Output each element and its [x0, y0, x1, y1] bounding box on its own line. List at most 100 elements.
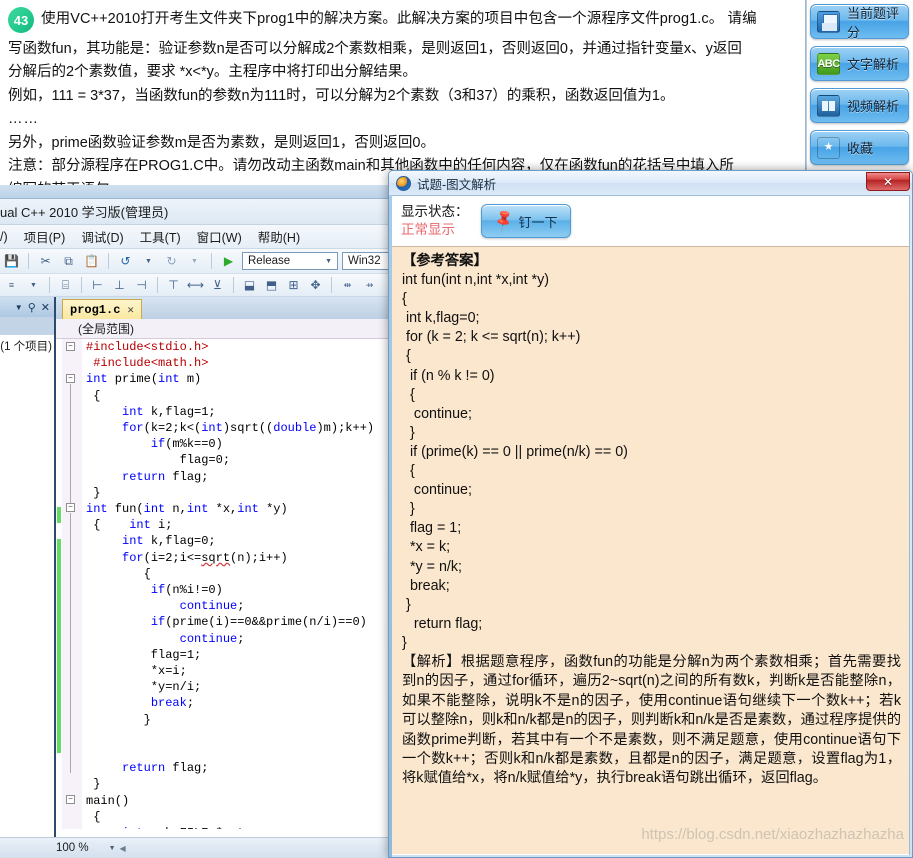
video-icon	[817, 94, 840, 117]
video-analysis-label: 视频解析	[847, 99, 900, 114]
editor-tab-prog1c[interactable]: prog1.c ✕	[62, 299, 143, 319]
outlining-gutter[interactable]: − − − −	[62, 339, 82, 829]
align-middles-icon[interactable]: ⟷	[186, 276, 205, 295]
toolbar-separator	[211, 253, 212, 269]
menu-item[interactable]: /)	[0, 230, 8, 244]
answer-heading: 【参考答案】	[402, 253, 488, 269]
decrease-spacing-icon[interactable]: ⇸	[360, 276, 379, 295]
cut-icon[interactable]: ✂	[36, 252, 55, 271]
pin-button[interactable]: 📌 钉一下	[480, 204, 571, 238]
make-same-height-icon[interactable]: ⬒	[262, 276, 281, 295]
collapse-icon[interactable]: −	[66, 503, 75, 512]
editor-zoom-value: 100 %	[56, 842, 89, 854]
answer-code-line: *y = n/k;	[402, 558, 462, 575]
question-first-line: 使用VC++2010打开考生文件夹下prog1中的解决方案。此解决方案的项目中包…	[41, 11, 757, 27]
align-bottoms-icon[interactable]: ⊻	[208, 276, 227, 295]
redo-icon[interactable]: ↻	[162, 252, 181, 271]
align-centers-icon[interactable]: ⊥	[110, 276, 129, 295]
star-icon: ★	[817, 136, 840, 159]
collapse-icon[interactable]: −	[66, 342, 75, 351]
copy-icon[interactable]: ⧉	[59, 252, 78, 271]
menu-item-help[interactable]: 帮助(H)	[258, 227, 300, 246]
answer-code-line: continue;	[402, 405, 472, 422]
collapse-icon[interactable]: −	[66, 795, 75, 804]
answer-code-line: {	[402, 463, 415, 480]
scroll-left-icon[interactable]: ◀	[120, 844, 126, 853]
dialog-titlebar[interactable]: 试题-图文解析 ✕	[389, 171, 912, 195]
menu-item-window[interactable]: 窗口(W)	[197, 227, 242, 246]
text-analysis-label: 文字解析	[847, 57, 900, 72]
display-status-value: 正常显示	[401, 222, 455, 237]
question-number-badge: 43	[8, 7, 34, 33]
dialog-toolbar: 显示状态： 正常显示 📌 钉一下	[392, 196, 909, 246]
editor-tab-label: prog1.c	[70, 302, 121, 317]
pin-button-label: 钉一下	[518, 214, 558, 230]
answer-code-line: if (n % k != 0)	[402, 367, 495, 384]
answer-code-line: continue;	[402, 482, 472, 499]
score-current-question-label: 当前题评分	[847, 5, 900, 40]
question-line: 分解后的2个素数值，要求 *x<*y。主程序中将打印出分解结果。	[8, 64, 417, 81]
toolbar-separator	[157, 277, 158, 293]
question-panel: 43 使用VC++2010打开考生文件夹下prog1中的解决方案。此解决方案的项…	[0, 0, 806, 198]
close-icon[interactable]: ✕	[41, 301, 50, 314]
answer-code-line: return flag;	[402, 615, 483, 632]
size-to-grid-icon[interactable]: ⊞	[284, 276, 303, 295]
solution-configuration-combo[interactable]: Release ▼	[242, 252, 338, 270]
menu-item-project[interactable]: 项目(P)	[24, 227, 66, 246]
editor-zoom-combo[interactable]: 100 % ▼	[56, 842, 116, 854]
answer-code-line: }	[402, 596, 411, 613]
chevron-down-icon: ▼	[108, 844, 116, 852]
dialog-client-area: 显示状态： 正常显示 📌 钉一下 【参考答案】 int fun(int n,in…	[391, 195, 910, 855]
increase-spacing-icon[interactable]: ⇹	[338, 276, 357, 295]
toolbar-overflow-icon[interactable]: ▼	[24, 276, 43, 295]
solution-configuration-value: Release	[248, 255, 291, 267]
redo-dropdown-icon[interactable]: ▼	[185, 252, 204, 271]
answer-code-line: }	[402, 634, 407, 651]
lock-controls-icon[interactable]: ⌸	[56, 276, 75, 295]
start-debug-icon[interactable]: ▶	[219, 252, 238, 271]
center-horizontally-icon[interactable]: ✥	[306, 276, 325, 295]
align-rights-icon[interactable]: ⊣	[132, 276, 151, 295]
question-line: 例如，111 = 3*37，当函数fun的参数n为111时，可以分解为2个素数（…	[8, 87, 675, 104]
undo-icon[interactable]: ↺	[116, 252, 135, 271]
toolbar-separator	[49, 277, 50, 293]
paste-icon[interactable]: 📋	[82, 252, 101, 271]
dropdown-icon[interactable]: ▼	[15, 303, 23, 312]
pin-icon[interactable]: ⚲	[28, 301, 36, 314]
collapse-icon[interactable]: −	[66, 374, 75, 383]
align-lefts-icon[interactable]: ⊢	[88, 276, 107, 295]
align-tops-icon[interactable]: ⊤	[164, 276, 183, 295]
question-line: 另外，prime函数验证参数m是否为素数，是则返回1，否则返回0。	[8, 134, 435, 151]
fold-guide	[70, 384, 71, 506]
make-same-width-icon[interactable]: ⬓	[240, 276, 259, 295]
rail-divider	[806, 0, 807, 185]
menu-item-tools[interactable]: 工具(T)	[140, 227, 181, 246]
answer-code-line: {	[402, 348, 411, 365]
dialog-left-edge	[389, 195, 392, 857]
action-button-rail: 当前题评分 ABC 文字解析 视频解析 ★ 收藏	[806, 0, 913, 185]
toolbar-separator	[331, 277, 332, 293]
display-status-label: 显示状态：	[401, 203, 469, 219]
undo-dropdown-icon[interactable]: ▼	[139, 252, 158, 271]
video-analysis-button[interactable]: 视频解析	[810, 88, 909, 123]
text-analysis-button[interactable]: ABC 文字解析	[810, 46, 909, 81]
toolbar-separator	[108, 253, 109, 269]
dialog-title: 试题-图文解析	[417, 177, 497, 192]
favorite-button[interactable]: ★ 收藏	[810, 130, 909, 165]
toolbar-options-icon[interactable]: ≡	[2, 276, 21, 295]
answer-code-line: for (k = 2; k <= sqrt(n); k++)	[402, 329, 581, 346]
close-icon[interactable]: ✕	[127, 303, 134, 317]
close-button[interactable]: ✕	[866, 172, 910, 191]
toolbar-separator	[28, 253, 29, 269]
menu-item-debug[interactable]: 调试(D)	[81, 227, 123, 246]
image-text-analysis-dialog: 试题-图文解析 ✕ 显示状态： 正常显示 📌 钉一下 【参考答案】 int fu…	[388, 170, 913, 858]
solution-explorer-toolbar	[0, 317, 54, 335]
save-all-icon[interactable]: 💾	[2, 252, 21, 271]
app-icon	[396, 175, 411, 191]
answer-code-line: }	[402, 501, 415, 518]
change-marker	[57, 539, 61, 753]
fold-guide	[70, 513, 71, 773]
answer-code-line: if (prime(k) == 0 || prime(n/k) == 0)	[402, 443, 628, 460]
score-current-question-button[interactable]: 当前题评分	[810, 4, 909, 40]
answer-content-area[interactable]: 【参考答案】 int fun(int n,int *x,int *y) { in…	[392, 246, 909, 854]
